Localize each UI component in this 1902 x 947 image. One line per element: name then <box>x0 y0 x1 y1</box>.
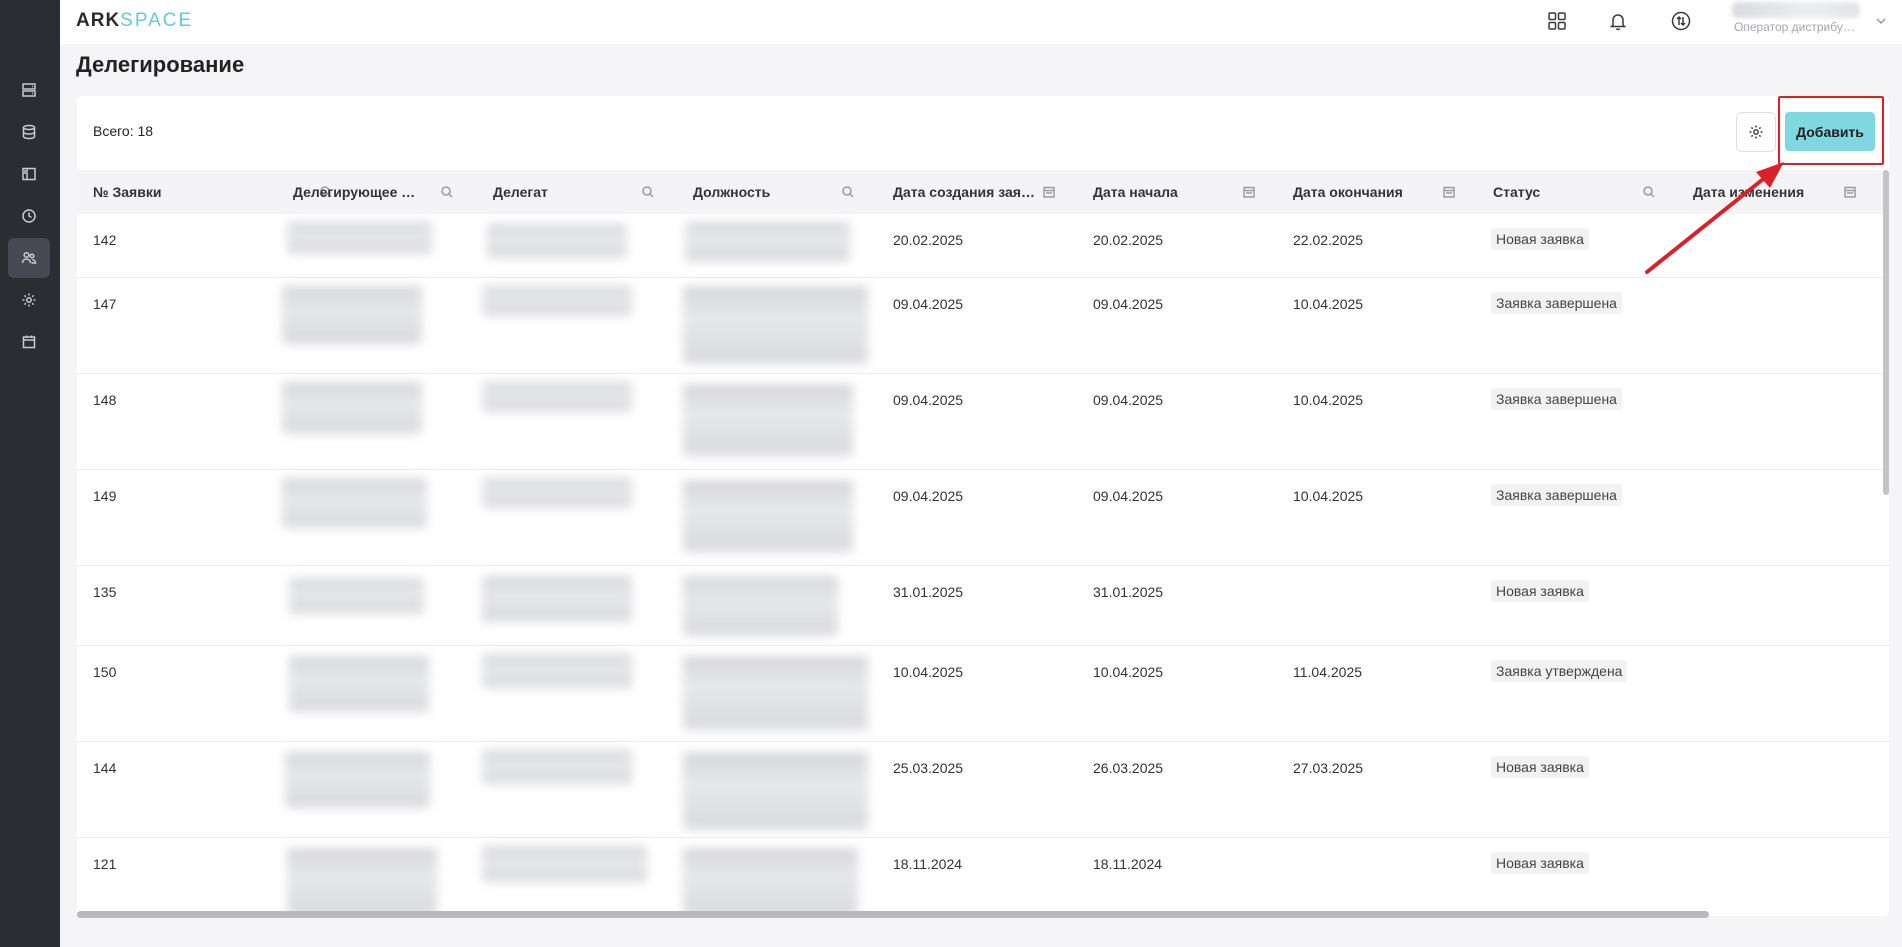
column-header[interactable]: Дата начала <box>1093 170 1223 214</box>
user-role: Оператор дистрибу… <box>1734 20 1855 34</box>
status-badge: Заявка завершена <box>1491 388 1622 410</box>
top-bar: ARKSPACE Оператор дистрибу… <box>60 0 1902 44</box>
column-header[interactable]: Дата изменения <box>1693 170 1833 214</box>
search-icon[interactable] <box>841 185 855 199</box>
column-header[interactable]: № Заявки <box>93 170 332 214</box>
sidebar-item-servers[interactable] <box>8 70 50 110</box>
redacted-cell <box>287 222 432 254</box>
status-badge: Новая заявка <box>1491 756 1589 778</box>
database-icon <box>22 124 36 140</box>
table-row[interactable]: 135 31.01.2025 31.01.2025 Новая заявка <box>77 566 1889 646</box>
redacted-cell <box>482 382 632 412</box>
page-title: Делегирование <box>76 52 245 77</box>
redacted-cell <box>282 382 422 434</box>
table-header: № Заявки Делегирующее л… Делегат Должнос… <box>77 170 1889 214</box>
sidebar-item-history[interactable] <box>8 196 50 236</box>
user-name[interactable] <box>1732 2 1860 18</box>
column-header[interactable]: Статус <box>1493 170 1623 214</box>
redacted-cell <box>482 576 632 622</box>
column-header[interactable]: Дата создания заяв… <box>893 170 1038 214</box>
column-header[interactable]: Дата окончания <box>1293 170 1433 214</box>
status-badge: Новая заявка <box>1491 228 1589 250</box>
calendar-icon[interactable] <box>1042 185 1056 199</box>
search-icon[interactable] <box>641 185 655 199</box>
sidebar-item-layout[interactable] <box>8 154 50 194</box>
redacted-cell <box>683 848 858 916</box>
table-row[interactable]: 148 09.04.2025 09.04.2025 10.04.2025 Зая… <box>77 374 1889 470</box>
table-row[interactable]: 147 09.04.2025 09.04.2025 10.04.2025 Зая… <box>77 278 1889 374</box>
redacted-cell <box>683 576 838 636</box>
status-badge: Заявка завершена <box>1491 484 1622 506</box>
status-badge: Новая заявка <box>1491 852 1589 874</box>
redacted-cell <box>685 222 850 262</box>
redacted-cell <box>683 752 868 830</box>
redacted-cell <box>683 480 853 552</box>
redacted-cell <box>289 578 424 614</box>
sidebar-item-calendar[interactable] <box>8 322 50 362</box>
redacted-cell <box>285 752 430 808</box>
redacted-cell <box>289 656 429 712</box>
redacted-cell <box>282 286 422 344</box>
bell-icon[interactable] <box>1605 8 1631 34</box>
calendar-icon[interactable] <box>1242 185 1256 199</box>
table-row[interactable]: 142 20.02.2025 20.02.2025 22.02.2025 Нов… <box>77 214 1889 278</box>
total-count: Всего: 18 <box>93 123 154 139</box>
sidebar-item-delegation[interactable] <box>8 238 50 278</box>
status-badge: Заявка завершена <box>1491 292 1622 314</box>
table-row[interactable]: 150 10.04.2025 10.04.2025 11.04.2025 Зая… <box>77 646 1889 742</box>
redacted-cell <box>487 224 627 258</box>
column-header[interactable]: Должность <box>693 170 823 214</box>
status-badge: Заявка утверждена <box>1491 660 1628 682</box>
horizontal-scrollbar[interactable] <box>77 911 1709 918</box>
table-row[interactable]: 144 25.03.2025 26.03.2025 27.03.2025 Нов… <box>77 742 1889 838</box>
calendar-icon <box>22 335 36 349</box>
highlight-annotation <box>1778 96 1884 165</box>
calendar-icon[interactable] <box>1843 185 1857 199</box>
gear-icon <box>22 293 36 307</box>
sidebar <box>0 0 60 947</box>
status-badge: Новая заявка <box>1491 580 1589 602</box>
layout-icon <box>22 167 36 181</box>
redacted-cell <box>482 478 632 508</box>
column-header[interactable]: Делегат <box>493 170 623 214</box>
redacted-cell <box>683 286 868 364</box>
redacted-cell <box>482 286 632 316</box>
delegation-card: Всего: 18 Добавить № Заявки Делегирующее… <box>77 96 1889 916</box>
table-row[interactable]: 149 09.04.2025 09.04.2025 10.04.2025 Зая… <box>77 470 1889 566</box>
apps-grid-icon[interactable] <box>1544 8 1570 34</box>
search-icon[interactable] <box>440 185 454 199</box>
sidebar-item-database[interactable] <box>8 112 50 152</box>
table-settings-button[interactable] <box>1736 112 1776 152</box>
server-icon <box>22 83 36 97</box>
redacted-cell <box>287 848 437 916</box>
redacted-cell <box>282 478 427 528</box>
gear-icon <box>1749 125 1763 139</box>
logo[interactable]: ARKSPACE <box>76 10 193 32</box>
calendar-icon[interactable] <box>1442 185 1456 199</box>
search-icon[interactable] <box>1642 185 1656 199</box>
clock-icon <box>22 209 36 223</box>
table-row[interactable]: 121 18.11.2024 18.11.2024 Новая заявка <box>77 838 1889 916</box>
redacted-cell <box>482 750 632 784</box>
users-icon <box>21 251 37 264</box>
redacted-cell <box>482 846 647 882</box>
chevron-down-icon[interactable] <box>1874 14 1888 28</box>
sidebar-item-settings[interactable] <box>8 280 50 320</box>
swap-icon[interactable] <box>1668 8 1694 34</box>
column-header[interactable]: Делегирующее л… <box>293 170 418 214</box>
redacted-cell <box>482 654 632 688</box>
vertical-scrollbar[interactable] <box>1883 170 1889 495</box>
redacted-cell <box>683 384 853 456</box>
redacted-cell <box>683 656 868 730</box>
